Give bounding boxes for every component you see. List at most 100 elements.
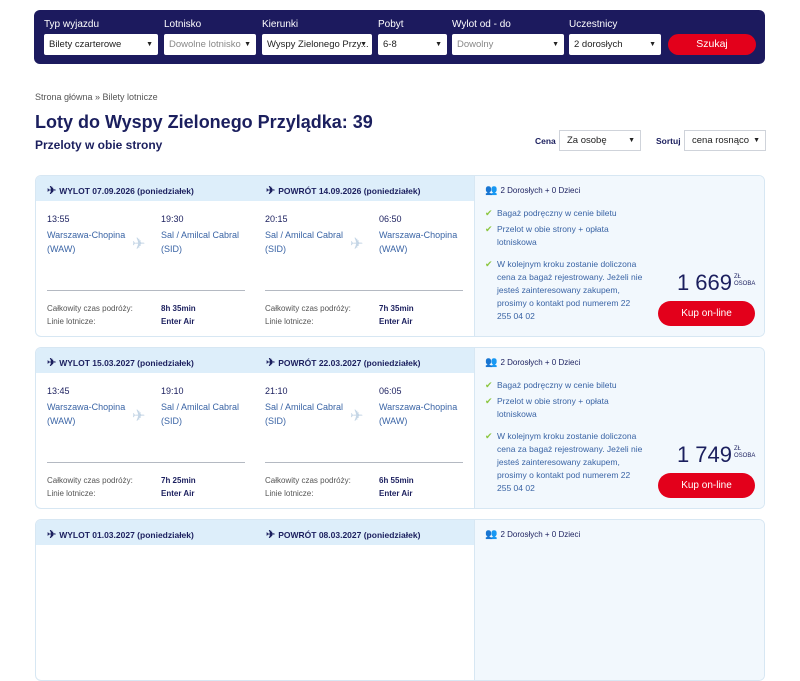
breadcrumb[interactable]: Strona główna » Bilety lotnicze <box>35 92 158 102</box>
price-mode-label: Cena <box>535 136 556 146</box>
plane-landing-icon: ✈ <box>266 357 276 369</box>
outbound-dep-place: Warszawa-Chopina (WAW) <box>47 402 126 426</box>
page-subtitle: Przeloty w obie strony <box>35 138 163 152</box>
return-arr-time: 06:05 <box>379 386 402 396</box>
duration-label: Całkowity czas podróży: <box>47 304 133 313</box>
return-dep-place: Sal / Amilcal Cabral (SID) <box>265 402 344 426</box>
passengers-info: 👥 2 Dorosłych + 0 Dzieci <box>485 357 581 368</box>
passengers-info: 👥 2 Dorosłych + 0 Dzieci <box>485 185 581 196</box>
plane-takeoff-icon: ✈ <box>47 529 57 541</box>
check-icon: ✔ <box>485 396 493 406</box>
price-mode-select[interactable]: Za osobę ▼ <box>559 130 641 151</box>
people-icon: 👥 <box>485 185 498 196</box>
price-panel: 👥 2 Dorosłych + 0 Dzieci <box>474 520 764 680</box>
outbound-header: ✈ WYLOT 15.03.2027 (poniedziałek) <box>47 357 194 369</box>
airport-label: Lotnisko <box>164 19 202 30</box>
feature-item: ✔ W kolejnym kroku zostanie doliczona cen… <box>485 259 643 321</box>
airline-value: Enter Air <box>379 317 413 326</box>
duration-label: Całkowity czas podróży: <box>265 476 351 485</box>
destination-select[interactable]: Wyspy Zielonego Przy... ▼ <box>262 34 372 55</box>
chevron-down-icon: ▼ <box>649 41 656 48</box>
outbound-dep-time: 13:45 <box>47 386 70 396</box>
duration-value: 7h 35min <box>379 304 414 313</box>
check-icon: ✔ <box>485 259 493 269</box>
return-arr-place: Warszawa-Chopina (WAW) <box>379 402 458 426</box>
people-icon: 👥 <box>485 357 498 368</box>
return-header: ✈ POWRÓT 08.03.2027 (poniedziałek) <box>266 529 421 541</box>
price-value: 1 669 ZŁ OSOBA <box>676 270 756 295</box>
price-currency: ZŁ OSOBA <box>734 446 756 459</box>
departure-date-select[interactable]: Dowolny ▼ <box>452 34 564 55</box>
airline-label: Linie lotnicze: <box>47 489 96 498</box>
outbound-arr-place: Sal / Amilcal Cabral (SID) <box>161 402 240 426</box>
return-header: ✈ POWRÓT 22.03.2027 (poniedziałek) <box>266 357 421 369</box>
outbound-arr-place: Sal / Amilcal Cabral (SID) <box>161 230 240 254</box>
trip-type-label: Typ wyjazdu <box>44 19 100 30</box>
plane-icon: ✈ <box>132 236 146 253</box>
divider <box>265 290 463 291</box>
return-dep-place: Sal / Amilcal Cabral (SID) <box>265 230 344 254</box>
feature-item: ✔ Bagaż podręczny w cenie biletu <box>485 380 617 390</box>
outbound-arr-time: 19:10 <box>161 386 184 396</box>
departure-date-label: Wylot od - do <box>452 19 511 30</box>
outbound-header: ✈ WYLOT 01.03.2027 (poniedziałek) <box>47 529 194 541</box>
return-dep-time: 20:15 <box>265 214 288 224</box>
airline-label: Linie lotnicze: <box>47 317 96 326</box>
feature-item: ✔ W kolejnym kroku zostanie doliczona cen… <box>485 431 643 493</box>
chevron-down-icon: ▼ <box>146 41 153 48</box>
check-icon: ✔ <box>485 208 493 218</box>
sort-select[interactable]: cena rosnąco ▼ <box>684 130 766 151</box>
destination-label: Kierunki <box>262 19 299 30</box>
passengers-info: 👥 2 Dorosłych + 0 Dzieci <box>485 529 581 540</box>
chevron-down-icon: ▼ <box>552 41 559 48</box>
outbound-dep-time: 13:55 <box>47 214 70 224</box>
duration-label: Całkowity czas podróży: <box>265 304 351 313</box>
airline-value: Enter Air <box>161 489 195 498</box>
return-arr-time: 06:50 <box>379 214 402 224</box>
search-button[interactable]: Szukaj <box>668 34 756 55</box>
check-icon: ✔ <box>485 431 493 441</box>
chevron-down-icon: ▼ <box>244 41 251 48</box>
stay-select[interactable]: 6-8 ▼ <box>378 34 447 55</box>
duration-label: Całkowity czas podróży: <box>47 476 133 485</box>
chevron-down-icon: ▼ <box>753 137 760 144</box>
people-icon: 👥 <box>485 529 498 540</box>
plane-takeoff-icon: ✈ <box>47 185 57 197</box>
outbound-arr-time: 19:30 <box>161 214 184 224</box>
chevron-down-icon: ▼ <box>435 41 442 48</box>
outbound-header: ✈ WYLOT 07.09.2026 (poniedziałek) <box>47 185 194 197</box>
stay-label: Pobyt <box>378 19 404 30</box>
flight-offer-card: ✈ WYLOT 01.03.2027 (poniedziałek) ✈ POWRÓT… <box>35 519 765 681</box>
return-arr-place: Warszawa-Chopina (WAW) <box>379 230 458 254</box>
duration-value: 8h 35min <box>161 304 196 313</box>
plane-landing-icon: ✈ <box>266 529 276 541</box>
chevron-down-icon: ▼ <box>360 41 367 48</box>
page-title: Loty do Wyspy Zielonego Przylądka: 39 <box>35 112 373 132</box>
plane-icon: ✈ <box>350 236 364 253</box>
plane-landing-icon: ✈ <box>266 185 276 197</box>
flight-offer-card: ✈ WYLOT 15.03.2027 (poniedziałek) ✈ POWRÓT… <box>35 347 765 509</box>
price-value: 1 749 ZŁ OSOBA <box>676 442 756 467</box>
airport-select[interactable]: Dowolne lotnisko ▼ <box>164 34 256 55</box>
return-dep-time: 21:10 <box>265 386 288 396</box>
plane-takeoff-icon: ✈ <box>47 357 57 369</box>
airline-value: Enter Air <box>161 317 195 326</box>
price-currency: ZŁ OSOBA <box>734 274 756 287</box>
divider <box>265 462 463 463</box>
duration-value: 6h 55min <box>379 476 414 485</box>
airline-label: Linie lotnicze: <box>265 489 314 498</box>
participants-select[interactable]: 2 dorosłych ▼ <box>569 34 661 55</box>
check-icon: ✔ <box>485 224 493 234</box>
buy-online-button[interactable]: Kup on-line <box>658 473 755 498</box>
sort-label: Sortuj <box>656 136 681 146</box>
check-icon: ✔ <box>485 380 493 390</box>
flight-offer-card: ✈ WYLOT 07.09.2026 (poniedziałek) ✈ POWRÓT… <box>35 175 765 337</box>
participants-label: Uczestnicy <box>569 19 618 30</box>
divider <box>47 290 245 291</box>
feature-item: ✔ Bagaż podręczny w cenie biletu <box>485 208 617 218</box>
airline-value: Enter Air <box>379 489 413 498</box>
buy-online-button[interactable]: Kup on-line <box>658 301 755 326</box>
airline-label: Linie lotnicze: <box>265 317 314 326</box>
trip-type-select[interactable]: Bilety czarterowe ▼ <box>44 34 158 55</box>
duration-value: 7h 25min <box>161 476 196 485</box>
